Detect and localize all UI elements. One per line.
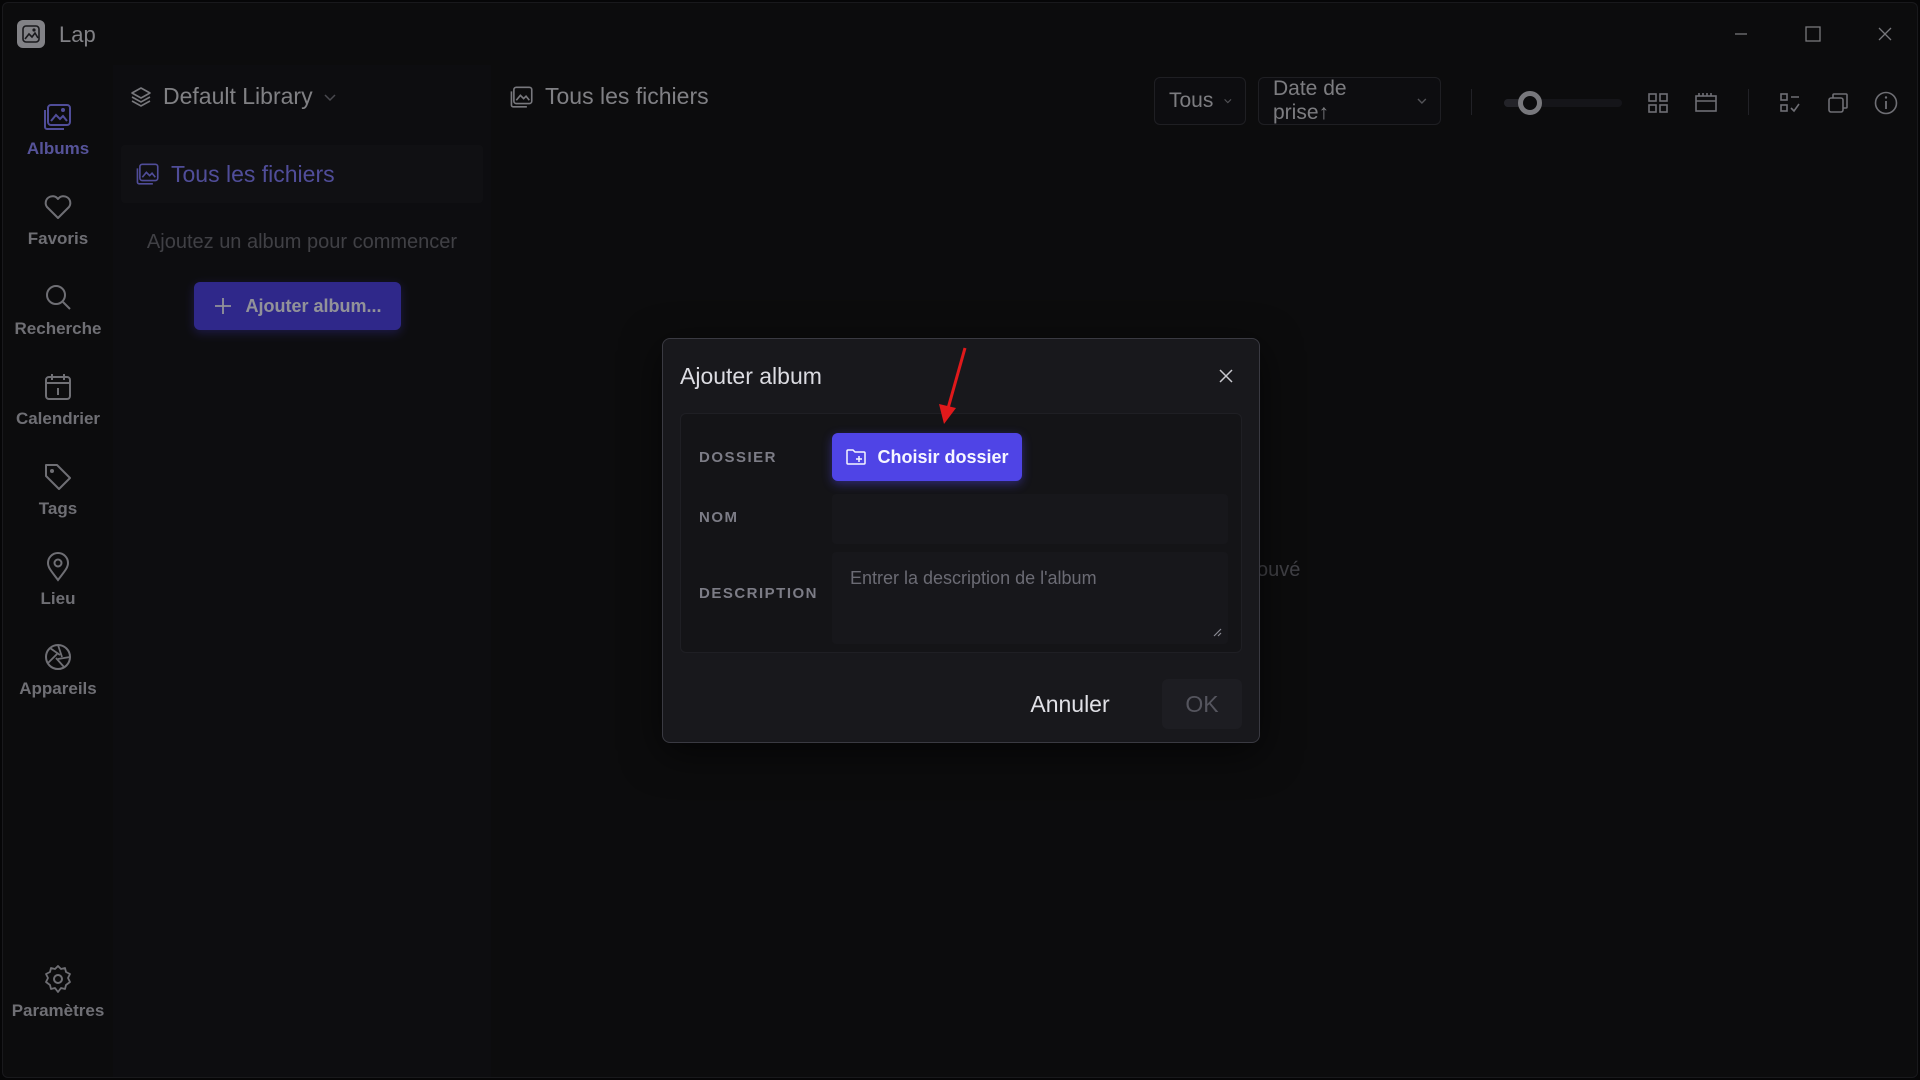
close-icon — [1219, 369, 1233, 383]
cancel-button[interactable]: Annuler — [1013, 679, 1127, 729]
resize-grip-icon[interactable] — [1212, 627, 1222, 637]
choose-folder-button[interactable]: Choisir dossier — [832, 433, 1022, 481]
dialog-title: Ajouter album — [680, 363, 822, 389]
name-label: NOM — [699, 509, 739, 526]
description-label: DESCRIPTION — [699, 585, 819, 602]
folder-add-icon — [846, 449, 867, 465]
ok-button[interactable]: OK — [1162, 679, 1242, 729]
dialog-close-button[interactable] — [1211, 361, 1241, 391]
add-album-dialog: Ajouter album DOSSIER Choisir dossier NO… — [662, 338, 1260, 743]
dialog-form: DOSSIER Choisir dossier NOM DESCRIPTION — [680, 413, 1242, 653]
album-name-input[interactable] — [832, 494, 1228, 544]
album-description-input[interactable] — [832, 552, 1228, 644]
choose-folder-label: Choisir dossier — [877, 446, 1009, 467]
folder-label: DOSSIER — [699, 449, 778, 466]
